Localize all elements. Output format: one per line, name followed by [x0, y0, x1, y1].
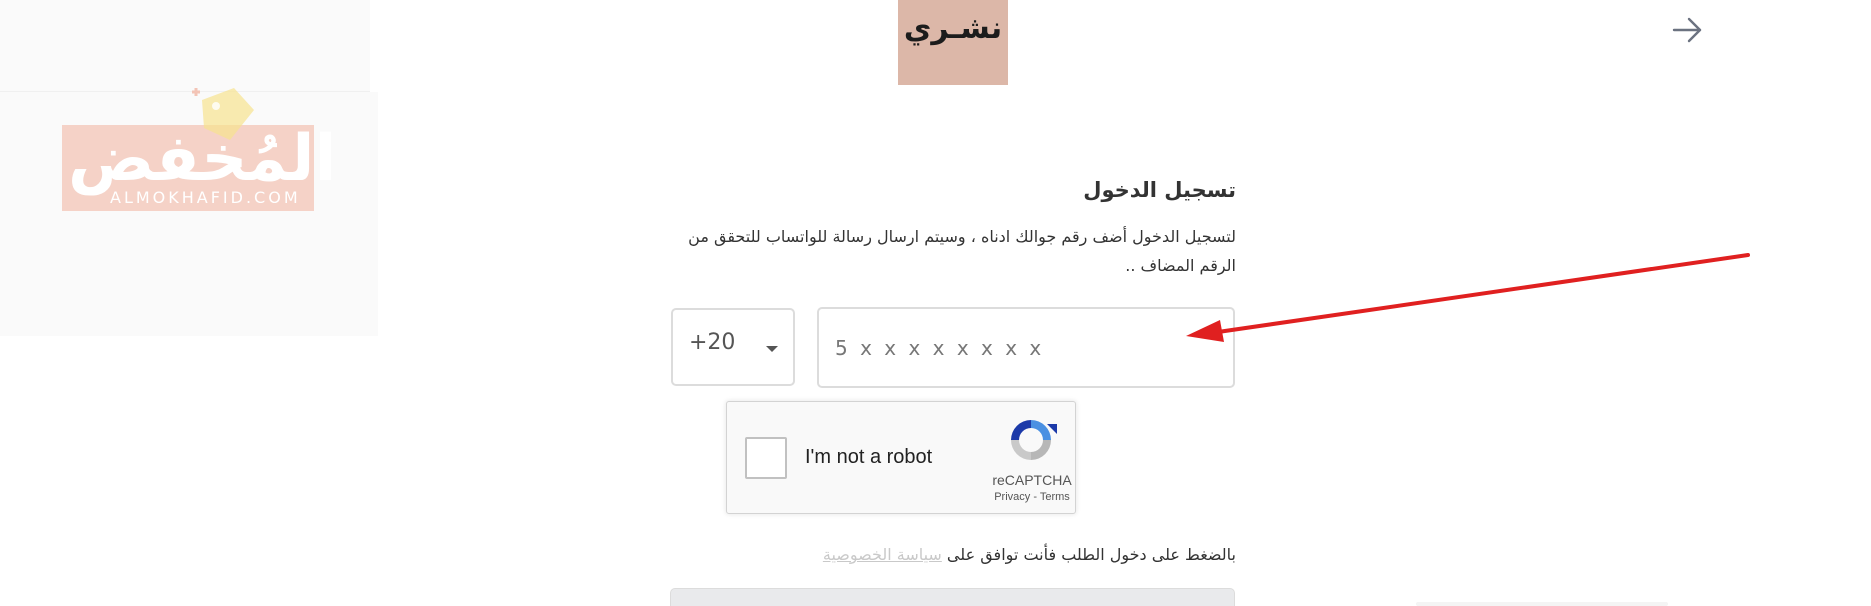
phone-input[interactable] — [817, 307, 1235, 388]
privacy-policy-link[interactable]: سياسة الخصوصية — [823, 545, 942, 564]
page-title: تسجيل الدخول — [1083, 178, 1236, 202]
divider — [1416, 602, 1668, 606]
recaptcha-checkbox[interactable] — [745, 437, 787, 479]
header-background — [370, 0, 1871, 92]
terms-prefix: بالضغط على دخول الطلب فأنت توافق على — [941, 545, 1236, 564]
watermark-latin: ALMOKHAFID.COM — [110, 188, 301, 207]
chevron-down-icon — [766, 346, 778, 352]
recaptcha-logo-icon — [1011, 420, 1057, 460]
recaptcha-terms-link[interactable]: Terms — [1040, 491, 1070, 503]
recaptcha-links: Privacy - Terms — [979, 491, 1085, 503]
terms-notice: بالضغط على دخول الطلب فأنت توافق على سيا… — [700, 545, 1236, 564]
recaptcha-widget: I'm not a robot reCAPTCHA Privacy - Term… — [726, 401, 1076, 514]
country-code-value: +20 — [689, 330, 736, 355]
country-code-select[interactable]: +20 — [671, 308, 795, 386]
recaptcha-brand: reCAPTCHA — [992, 472, 1072, 488]
login-description: لتسجيل الدخول أضف رقم جوالك ادناه ، وسيت… — [688, 227, 1236, 275]
store-logo[interactable]: نشـري — [898, 0, 1008, 85]
recaptcha-privacy-link[interactable]: Privacy — [994, 491, 1030, 503]
annotation-arrow — [1186, 253, 1750, 342]
watermark-arabic: المُخفض — [68, 122, 337, 196]
recaptcha-separator: - — [1030, 491, 1040, 503]
header: نشـري — [0, 0, 1871, 92]
page: نشـري المُخفض ALMOKHAFID.COM تسجيل الدخو… — [0, 0, 1871, 606]
arrow-right-icon[interactable] — [1668, 10, 1708, 50]
store-logo-text: نشـري — [903, 11, 1003, 46]
watermark: المُخفض ALMOKHAFID.COM — [62, 80, 337, 212]
submit-button[interactable] — [670, 588, 1235, 606]
recaptcha-label: I'm not a robot — [805, 446, 933, 468]
